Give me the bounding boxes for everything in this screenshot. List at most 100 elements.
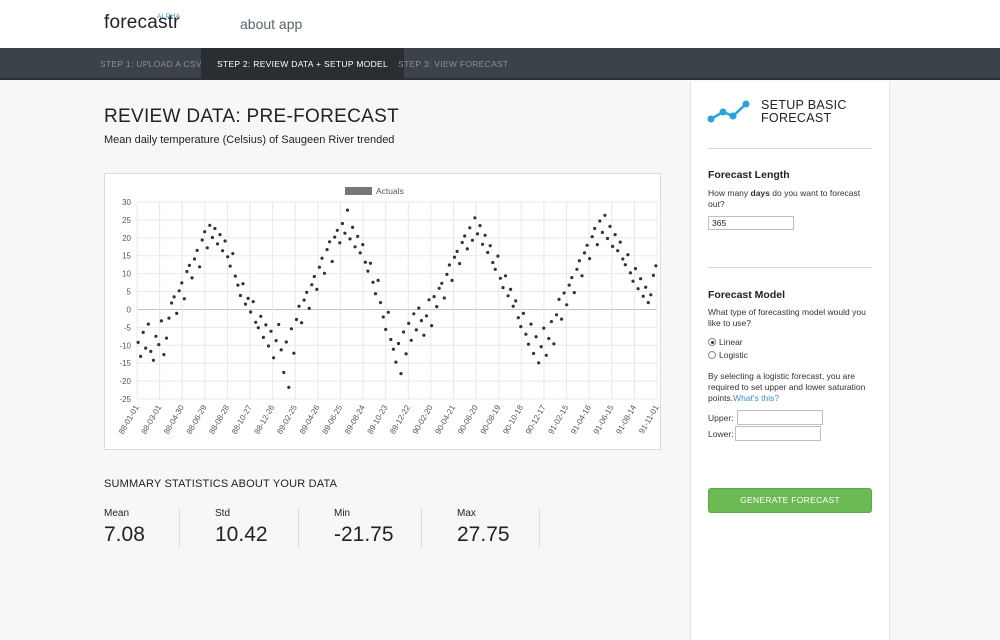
about-app-link[interactable]: about app bbox=[240, 16, 302, 32]
upper-input[interactable] bbox=[737, 410, 823, 425]
data-point bbox=[582, 251, 587, 255]
data-point bbox=[516, 316, 520, 320]
data-point bbox=[241, 282, 245, 286]
forecast-length-input[interactable] bbox=[708, 216, 794, 230]
radio-linear[interactable]: Linear bbox=[708, 337, 743, 347]
data-point bbox=[146, 322, 150, 326]
data-point bbox=[616, 249, 620, 253]
data-point bbox=[503, 274, 508, 278]
data-point bbox=[305, 290, 309, 294]
data-point bbox=[572, 291, 576, 295]
data-point bbox=[228, 264, 232, 268]
x-tick-label: 89-10-23 bbox=[366, 403, 390, 436]
data-point bbox=[289, 327, 293, 331]
y-tick-label: 15 bbox=[122, 252, 131, 261]
whats-this-link[interactable]: What's this? bbox=[733, 393, 779, 403]
data-point bbox=[338, 241, 342, 245]
data-point bbox=[580, 274, 584, 278]
data-point bbox=[238, 293, 242, 298]
data-point bbox=[455, 249, 459, 253]
alpha-badge: ALPHA bbox=[157, 13, 181, 20]
data-point bbox=[440, 281, 444, 285]
data-point bbox=[136, 340, 140, 344]
data-point bbox=[654, 264, 658, 268]
y-tick-label: 10 bbox=[122, 270, 131, 279]
data-point bbox=[151, 358, 155, 362]
data-point bbox=[526, 342, 531, 346]
x-tick-label: 91-02-15 bbox=[546, 403, 570, 436]
data-point bbox=[404, 352, 408, 356]
data-point bbox=[159, 319, 163, 323]
y-tick-label: 5 bbox=[127, 288, 132, 297]
data-point bbox=[567, 283, 571, 287]
data-point bbox=[600, 230, 604, 234]
data-point bbox=[351, 225, 355, 229]
data-point bbox=[373, 292, 378, 296]
data-point bbox=[509, 287, 513, 291]
radio-logistic-button[interactable] bbox=[708, 351, 716, 359]
data-point bbox=[595, 243, 599, 247]
step-view-forecast[interactable]: STEP 3: VIEW FORECAST bbox=[398, 48, 509, 80]
step-upload-csv[interactable]: STEP 1: UPLOAD A CSV bbox=[100, 48, 202, 80]
data-point bbox=[198, 265, 202, 269]
data-point bbox=[328, 240, 332, 244]
stat-std-label: Std bbox=[215, 508, 231, 519]
data-point bbox=[626, 253, 630, 257]
data-point bbox=[557, 297, 561, 301]
data-point bbox=[514, 299, 518, 303]
data-point bbox=[394, 360, 398, 364]
x-tick-label: 90-04-21 bbox=[433, 403, 457, 436]
radio-logistic-label: Logistic bbox=[719, 350, 748, 360]
data-point bbox=[307, 306, 311, 310]
data-point bbox=[368, 261, 372, 265]
data-point bbox=[215, 242, 220, 246]
data-point bbox=[353, 245, 357, 249]
data-point bbox=[639, 277, 643, 281]
top-bar: forecastr ALPHA about app bbox=[0, 0, 1000, 48]
data-point bbox=[534, 335, 538, 339]
data-point bbox=[187, 263, 191, 267]
step-review-data[interactable]: STEP 2: REVIEW DATA + SETUP MODEL bbox=[201, 48, 405, 80]
sidebar-divider bbox=[708, 148, 872, 149]
stat-mean-label: Mean bbox=[104, 508, 130, 519]
x-tick-label: 88-06-29 bbox=[185, 403, 209, 436]
x-tick-label: 89-06-25 bbox=[320, 403, 344, 436]
data-point bbox=[294, 317, 299, 322]
upper-label: Upper: bbox=[708, 413, 734, 423]
lower-input[interactable] bbox=[735, 426, 821, 441]
data-point bbox=[605, 236, 610, 241]
data-point bbox=[361, 243, 365, 247]
data-point bbox=[649, 293, 653, 297]
data-point bbox=[195, 248, 199, 252]
data-point bbox=[297, 304, 301, 308]
data-point bbox=[157, 343, 161, 347]
data-point bbox=[149, 349, 153, 353]
data-point bbox=[200, 238, 204, 242]
data-point bbox=[460, 240, 464, 245]
forecast-length-title: Forecast Length bbox=[708, 169, 790, 181]
x-tick-label: 88-03-01 bbox=[140, 403, 164, 436]
generate-forecast-button[interactable]: GENERATE FORECAST bbox=[708, 488, 872, 513]
data-point bbox=[279, 348, 283, 352]
data-point bbox=[491, 260, 495, 265]
data-point bbox=[412, 312, 416, 316]
data-point bbox=[315, 287, 319, 291]
data-point bbox=[218, 233, 222, 237]
data-point bbox=[287, 385, 291, 389]
data-point bbox=[565, 303, 569, 307]
radio-logistic[interactable]: Logistic bbox=[708, 350, 748, 360]
radio-linear-button[interactable] bbox=[708, 338, 716, 346]
y-tick-label: 30 bbox=[122, 198, 131, 207]
data-point bbox=[473, 216, 477, 220]
data-point bbox=[475, 232, 480, 236]
data-point bbox=[450, 278, 454, 282]
data-point bbox=[335, 228, 339, 232]
data-point bbox=[521, 311, 525, 315]
data-point bbox=[511, 304, 515, 308]
stat-std-value: 10.42 bbox=[215, 523, 268, 546]
stat-min: Min -21.75 bbox=[334, 508, 422, 548]
logistic-note: By selecting a logistic forecast, you ar… bbox=[708, 371, 866, 403]
data-point bbox=[205, 246, 209, 250]
y-tick-label: -10 bbox=[119, 341, 131, 350]
data-point bbox=[363, 260, 367, 264]
